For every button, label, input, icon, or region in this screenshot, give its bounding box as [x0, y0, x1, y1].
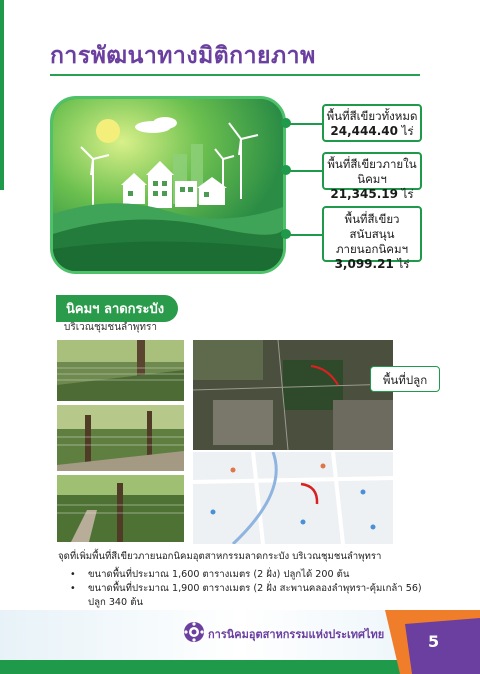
green-city-illustration: [50, 96, 286, 274]
stat-unit: ไร่: [397, 257, 410, 271]
title-underline: [50, 74, 420, 76]
connector-dot: [281, 118, 291, 128]
description-text: จุดที่เพิ่มพื้นที่สีเขียวภายนอกนิคมอุตสา…: [58, 551, 382, 562]
stat-value: 24,444.40: [330, 124, 398, 138]
stat-inner-green-area: พื้นที่สีเขียวภายในนิคมฯ 21,345.19 ไร่: [322, 152, 422, 201]
connector-dot: [281, 229, 291, 239]
connector-line: [286, 170, 322, 172]
list-item-text: ขนาดพื้นที่ประมาณ 1,600 ตารางเมตร (2 ฝั่…: [88, 569, 350, 580]
list-item-text: ขนาดพื้นที่ประมาณ 1,900 ตารางเมตร (2 ฝั่…: [88, 583, 422, 594]
connector-dot: [281, 165, 291, 175]
satellite-photo: [193, 340, 393, 450]
stat-label: พื้นที่สีเขียวภายในนิคมฯ: [327, 157, 417, 186]
planting-area-label: พื้นที่ปลูก: [370, 366, 440, 392]
detail-list: • ขนาดพื้นที่ประมาณ 1,600 ตารางเมตร (2 ฝั…: [70, 568, 422, 610]
list-item-text-cont: ปลูก 340 ต้น: [88, 597, 143, 608]
stat-value: 3,099.21: [334, 257, 394, 271]
stat-label: พื้นที่สีเขียวทั้งหมด: [326, 109, 418, 123]
ieat-logo-icon: [184, 622, 204, 642]
page-number: 5: [428, 632, 440, 651]
photo-planting-site-1: [57, 340, 184, 401]
stat-label-line1: พื้นที่สีเขียวสนับสนุน: [344, 212, 400, 241]
photo-planting-site-3: [57, 475, 184, 542]
section-subtitle: บริเวณชุมชนลำพุทรา: [64, 322, 157, 333]
page-title: การพัฒนาทางมิติกายภาพ: [50, 43, 316, 69]
organization-name: การนิคมอุตสาหกรรมแห่งประเทศไทย: [208, 628, 385, 641]
section-tag: นิคมฯ ลาดกระบัง: [56, 295, 179, 322]
connector-line: [286, 234, 322, 236]
street-map: [193, 452, 393, 544]
left-accent-bar: [0, 0, 4, 190]
photo-planting-site-2: [57, 405, 184, 471]
stat-unit: ไร่: [401, 124, 414, 138]
stat-label-line2: ภายนอกนิคมฯ: [335, 242, 409, 256]
list-item: • ขนาดพื้นที่ประมาณ 1,600 ตารางเมตร (2 ฝั…: [70, 569, 350, 580]
connector-line: [286, 123, 322, 125]
stat-value: 21,345.19: [330, 187, 398, 201]
stat-total-green-area: พื้นที่สีเขียวทั้งหมด 24,444.40 ไร่: [322, 104, 422, 142]
stat-unit: ไร่: [401, 187, 414, 201]
stat-outer-green-area: พื้นที่สีเขียวสนับสนุน ภายนอกนิคมฯ 3,099…: [322, 206, 422, 271]
list-item: • ขนาดพื้นที่ประมาณ 1,900 ตารางเมตร (2 ฝั…: [70, 583, 422, 608]
